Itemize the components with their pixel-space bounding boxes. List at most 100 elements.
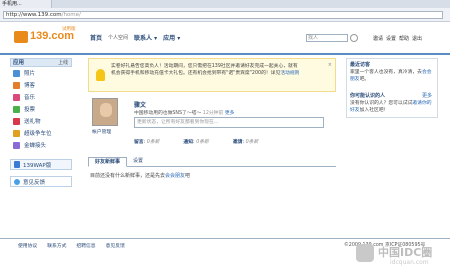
maybe-know-title: 你可能认识的人 更多 [350,93,434,100]
help-link[interactable]: 帮助 [399,35,409,42]
url-path: /home/ [61,12,81,18]
tab-title: 手机用... [2,1,22,7]
face-icon [100,103,112,117]
url-input[interactable]: http://www.139.com/home/ [3,11,443,19]
footer-terms-link[interactable]: 使用协议 [18,242,37,249]
sidebar-item-game[interactable]: 金蝉接头 [10,139,72,151]
footer-jobs-link[interactable]: 招聘信息 [76,242,95,249]
counter-notices[interactable]: 通知: 0条新 [183,138,208,145]
feedback-icon [14,178,20,185]
sidebar-item-label: 金蝉接头 [24,143,47,149]
account-manage-link[interactable]: 帐户管理 [92,128,111,135]
music-icon [13,93,20,101]
meet-friends-link[interactable]: 会会朋友 [165,173,185,179]
sidebar-item-label: 投票 [24,107,36,113]
footer-contact-link[interactable]: 联系方式 [47,242,66,249]
main-nav: 首页 个人空间 联系人 ▾ 应用 ▾ [90,33,186,42]
maybe-more-link[interactable]: 更多 [422,93,432,100]
sidebar-item-label: 超级争车位 [24,131,52,137]
counter-value: 0条新 [146,140,160,145]
notice-text: 机会获得手机和移动充值卡大礼包。还有机会抢到带有"诺"贵宾席"200的！详见 [111,71,281,76]
nav-personal-space[interactable]: 个人空间 [108,34,128,41]
invite-link[interactable]: 邀请 [373,35,383,42]
site-header: 139.com 试用版 首页 个人空间 联系人 ▾ 应用 ▾ 找人 邀请 设置 … [0,23,450,55]
sidebar-item-label: 音乐 [24,95,36,101]
photo-icon [13,69,20,77]
logout-link[interactable]: 退出 [412,35,422,42]
search-icon[interactable] [350,34,358,42]
sidebar-item-label: 照片 [24,71,36,77]
sidebar-item-parking[interactable]: 超级争车位 [10,127,72,139]
counter-label: 通知 [183,140,194,145]
rules-link[interactable]: 活动规则 [280,71,299,76]
settings-link[interactable]: 设置 [386,35,396,42]
more-link[interactable]: 更多 [225,111,235,116]
game-icon [13,141,20,149]
sidebar-item-photos[interactable]: 照片 [10,67,72,79]
counter-label: 邀请 [232,140,243,145]
watermark-url: idcquan.com [390,259,429,266]
app-sidebar: 应用 上线 照片 博客 音乐 投票 送礼物 超级争车位 金蝉接头 139WAP版 … [10,58,72,238]
feed-tabs: 好友新鲜事 设置 [88,157,336,167]
nav-home[interactable]: 首页 [90,33,102,42]
feed-empty-message: 目前还没有什么新鲜事，还是先去会会朋友吧 [90,172,190,179]
top-links: 邀请 设置 帮助 退出 [370,35,422,42]
watermark-logo-icon [356,244,374,262]
maybe-title-text: 你可能认识的人 [350,93,386,99]
right-panel: 最近访客 家里一个客人也没有，真冷清，去会会朋友吧。 你可能认识的人 更多 没有你… [346,58,438,118]
avatar[interactable] [92,98,118,126]
tab-settings[interactable]: 设置 [127,157,149,167]
user-status-line: 中国移动用的也做SNS了～嗒～ 12分钟前 更多 [134,109,234,116]
sidebar-item-gifts[interactable]: 送礼物 [10,115,72,127]
feed-text: 目前还没有什么新鲜事，还是先去 [90,173,166,179]
watermark: 中国IDC圈 idcquan.com [356,244,450,270]
vote-icon [13,105,20,113]
main-content: × 实卷好礼悬告您高负人！活动期间，您只需把在139社区并邀请好友完成一起关心，… [88,58,336,226]
sidebar-feedback-link[interactable]: 意见反馈 [10,176,72,187]
close-icon[interactable]: × [328,62,332,69]
maybe-know-text: 没有你认识的人？您可以试试邀请你的好友加入社区吧！ [350,100,434,114]
gift-icon [13,117,20,125]
tab-friend-news[interactable]: 好友新鲜事 [88,157,128,167]
tab-strip [52,0,450,8]
visitors-text: 家里一个客人也没有，真冷清，去会会朋友吧。 [350,69,434,83]
sidebar-title: 应用 [13,60,25,66]
nav-apps[interactable]: 应用 ▾ [163,33,180,42]
visitors-title: 最近访客 [350,62,371,68]
sidebar-item-blog[interactable]: 博客 [10,79,72,91]
recent-visitors-box: 最近访客 家里一个客人也没有，真冷清，去会会朋友吧。 你可能认识的人 更多 没有你… [346,58,438,118]
counter-value: 0条新 [196,140,209,145]
counter-messages[interactable]: 留言: 0条新 [134,138,159,145]
counter-invites[interactable]: 邀请: 0条新 [233,138,258,145]
sidebar-item-vote[interactable]: 投票 [10,103,72,115]
site-logo[interactable]: 139.com 试用版 [14,27,76,48]
status-time: 12分钟前 [202,111,224,116]
counter-value: 0条新 [245,140,259,145]
phone-icon [14,161,20,168]
people-search-input[interactable]: 找人 [306,34,348,42]
wap-version-link[interactable]: 139WAP版 [10,159,72,170]
last-status: 中国移动用的也做SNS了～嗒～ [134,111,202,116]
parking-icon [13,129,20,137]
feedback-label: 意见反馈 [23,179,46,186]
blog-icon [13,81,20,89]
notice-line-1: 实卷好礼悬告您高负人！活动期间，您只需把在139社区并邀请好友完成一起关心，就有 [111,64,298,69]
footer-feedback-link[interactable]: 意见反馈 [106,242,125,249]
wap-label: 139WAP版 [23,162,52,169]
browser-tab[interactable]: 手机用... [0,0,52,8]
watermark-title: 中国IDC圈 [378,246,433,259]
sidebar-online-link[interactable]: 上线 [58,59,68,67]
promo-notice: × 实卷好礼悬告您高负人！活动期间，您只需把在139社区并邀请好友完成一起关心，… [88,58,336,92]
sidebar-item-music[interactable]: 音乐 [10,91,72,103]
sidebar-item-label: 博客 [24,83,36,89]
lightbulb-icon [96,69,105,81]
maybe-body: 没有你认识的人？您可以试试 [350,101,413,106]
trial-badge: 试用版 [62,27,76,32]
address-bar: http://www.139.com/home/ [0,8,450,22]
feed-suffix: 吧 [185,173,191,179]
visitors-suffix: 吧。 [359,77,370,82]
url-host: http://www.139.com [6,12,62,18]
user-name[interactable]: 骤文 [134,100,146,109]
nav-contacts[interactable]: 联系人 ▾ [134,33,157,42]
status-update-input[interactable]: 更新状态，让所有好友都看到你现在... [134,117,324,128]
